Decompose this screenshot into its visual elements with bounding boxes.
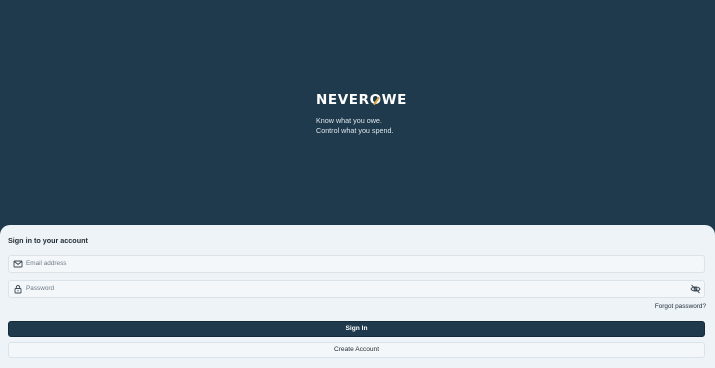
login-screen: NEVEROWE Know what you owe. Control what…: [0, 0, 715, 368]
logo-text-end: WE: [381, 92, 407, 108]
app-logo: NEVEROWE: [316, 92, 407, 108]
signin-card: Sign in to your account Email address Pa…: [0, 225, 715, 368]
tagline-line-1: Know what you owe.: [316, 116, 382, 125]
mail-icon: [13, 260, 23, 268]
logo-text-start: NEVER: [316, 92, 370, 108]
create-account-button[interactable]: Create Account: [8, 342, 705, 358]
email-placeholder: Email address: [26, 260, 67, 267]
password-placeholder: Password: [26, 285, 55, 292]
forgot-password-link[interactable]: Forgot password?: [655, 303, 706, 310]
tagline-line-2: Control what you spend.: [316, 126, 394, 135]
brand-header: NEVEROWE Know what you owe. Control what…: [316, 92, 407, 136]
eye-off-icon[interactable]: [690, 284, 701, 294]
email-field[interactable]: Email address: [8, 255, 705, 273]
lock-icon: [14, 285, 22, 294]
sign-in-button[interactable]: Sign In: [8, 321, 705, 337]
logo-slashed-o: O: [369, 92, 382, 108]
signin-title: Sign in to your account: [8, 236, 88, 245]
password-field[interactable]: Password: [8, 280, 705, 298]
